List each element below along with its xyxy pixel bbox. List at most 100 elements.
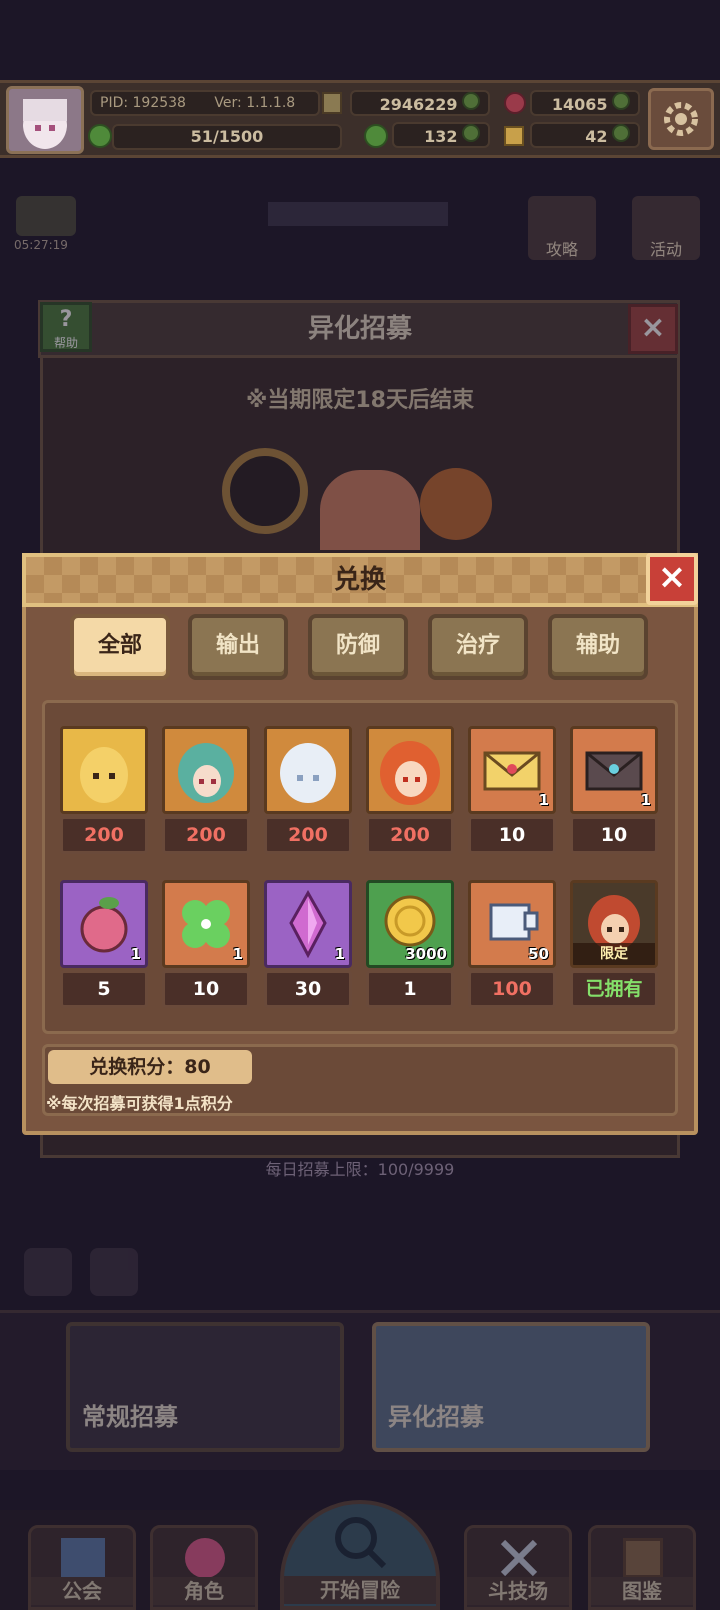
guide-button[interactable]: 攻略	[528, 196, 596, 260]
banner-strip	[268, 202, 448, 226]
version-text: Ver: 1.1.1.8	[214, 95, 296, 111]
fire-orb-icon	[420, 468, 492, 540]
item-price: 10	[162, 970, 250, 1008]
event-timer: 05:27:19	[14, 238, 68, 252]
player-avatar[interactable]	[6, 86, 84, 154]
exchange-close-button[interactable]: ×	[646, 553, 698, 605]
limited-tag: 限定	[573, 943, 655, 965]
item-price: 1	[366, 970, 454, 1008]
close-icon: ×	[657, 557, 687, 597]
sun-emblem-icon	[222, 448, 308, 534]
gift-icon[interactable]	[16, 196, 76, 236]
key-amount: 42	[585, 127, 608, 146]
ticket-item[interactable]: 50	[468, 880, 556, 968]
banner-label: 常规招募	[82, 1403, 178, 1431]
gold-pill: 2946229	[350, 90, 490, 116]
nav-label: 图鉴	[591, 1577, 693, 1605]
item-price: 200	[366, 816, 454, 854]
exchange-points: 兑换积分：80	[48, 1050, 252, 1084]
recruit-panel-title: 异化招募	[307, 314, 412, 344]
key-pill: 42	[530, 122, 640, 148]
pid-version-pill: PID: 192538 Ver: 1.1.1.8	[90, 90, 320, 116]
nav-character[interactable]: 角色	[150, 1525, 258, 1610]
clover-item[interactable]: 1	[162, 880, 250, 968]
character-icon	[185, 1538, 225, 1578]
nav-label: 斗技场	[467, 1577, 569, 1605]
item-price: 30	[264, 970, 352, 1008]
side-icon-right[interactable]	[90, 1248, 138, 1296]
dark-letter-item[interactable]: 1	[570, 726, 658, 814]
nav-label: 角色	[153, 1577, 255, 1605]
points-note: ※每次招募可获得1点积分	[46, 1094, 233, 1113]
gem-pill: 14065	[530, 90, 640, 116]
tab-label: 辅助	[575, 633, 620, 658]
white-hair-girl-portrait[interactable]	[264, 726, 352, 814]
help-label: 帮助	[53, 336, 78, 350]
recruit-close-button[interactable]: ×	[628, 304, 678, 354]
stamina-icon	[88, 124, 112, 148]
side-icon-left[interactable]	[24, 1248, 72, 1296]
crossed-swords-icon	[497, 1536, 541, 1580]
guild-icon	[61, 1538, 105, 1578]
pink-fruit-item[interactable]: 1	[60, 880, 148, 968]
add-gem-icon[interactable]	[612, 92, 630, 110]
tab-label: 防御	[335, 633, 380, 658]
nav-guild[interactable]: 公会	[28, 1525, 136, 1610]
nav-start-adventure[interactable]: 开始冒险	[280, 1500, 440, 1610]
teal-hair-girl-portrait[interactable]	[162, 726, 250, 814]
nav-label: 公会	[31, 1577, 133, 1605]
gear-icon	[664, 102, 698, 136]
character-art	[320, 470, 420, 550]
tab-support[interactable]: 辅助	[548, 614, 648, 680]
banner-label: 异化招募	[388, 1403, 484, 1431]
limited-girl-item[interactable]: 限定	[570, 880, 658, 968]
owned-status: 已拥有	[570, 970, 658, 1008]
fire-hair-girl-portrait[interactable]	[366, 726, 454, 814]
gem-icon	[504, 92, 526, 114]
tab-label: 全部	[97, 633, 142, 658]
activity-button[interactable]: 活动	[632, 196, 700, 260]
item-qty: 1	[232, 945, 243, 963]
help-button[interactable]: ? 帮助	[40, 302, 92, 352]
stamina-bar: 51/1500	[112, 124, 342, 150]
blonde-girl-portrait[interactable]	[60, 726, 148, 814]
tab-all[interactable]: 全部	[70, 614, 170, 680]
settings-button[interactable]	[648, 88, 714, 150]
nav-label: 开始冒险	[284, 1576, 436, 1604]
guide-label: 攻略	[545, 240, 578, 259]
stamina-value: 51/1500	[190, 127, 264, 146]
normal-recruit-banner[interactable]: 常规招募	[66, 1322, 344, 1452]
book-icon[interactable]	[322, 92, 342, 114]
key-icon	[504, 126, 524, 146]
gold-amount: 2946229	[379, 95, 458, 114]
item-price: 100	[468, 970, 556, 1008]
tab-label: 输出	[215, 633, 260, 658]
clover-pill: 132	[392, 122, 490, 148]
exchange-title: 兑换	[333, 565, 386, 595]
purple-crystal-item[interactable]: 1	[264, 880, 352, 968]
close-icon: ×	[640, 310, 666, 345]
add-key-icon[interactable]	[612, 124, 630, 142]
daily-recruit-limit: 每日招募上限：100/9999	[265, 1160, 455, 1179]
item-qty: 1	[640, 791, 651, 809]
tab-defense[interactable]: 防御	[308, 614, 408, 680]
gold-coin-item[interactable]: 3000	[366, 880, 454, 968]
yellow-letter-item[interactable]: 1	[468, 726, 556, 814]
tab-heal[interactable]: 治疗	[428, 614, 528, 680]
limited-notice: ※当期限定18天后结束	[245, 388, 474, 413]
alien-recruit-banner[interactable]: 异化招募	[372, 1322, 650, 1452]
book-icon	[623, 1538, 663, 1578]
add-gold-icon[interactable]	[462, 92, 480, 110]
item-price: 10	[570, 816, 658, 854]
item-price: 5	[60, 970, 148, 1008]
nav-arena[interactable]: 斗技场	[464, 1525, 572, 1610]
question-icon: ?	[59, 307, 73, 332]
item-price: 200	[264, 816, 352, 854]
gem-amount: 14065	[551, 95, 608, 114]
tab-output[interactable]: 输出	[188, 614, 288, 680]
nav-codex[interactable]: 图鉴	[588, 1525, 696, 1610]
item-price: 200	[162, 816, 250, 854]
item-price: 200	[60, 816, 148, 854]
add-clover-icon[interactable]	[462, 124, 480, 142]
clover-currency-icon	[364, 124, 388, 148]
